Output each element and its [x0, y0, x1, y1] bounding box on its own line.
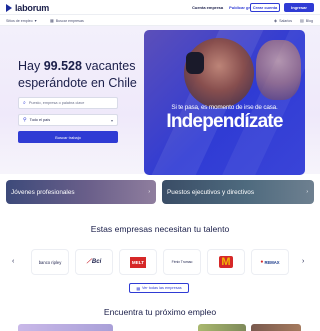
category-card-executives[interactable]: Puestos ejecutivos y directivos ›	[162, 180, 314, 204]
next-job-section-title: Encuentra tu próximo empleo	[103, 307, 217, 317]
search-jobs-button[interactable]: Buscar trabajo	[18, 131, 118, 143]
top-links: Cuenta empresa Publicar gratis	[192, 5, 257, 10]
search-input[interactable]: ⌕ Puesto, empresa o palabra clave	[18, 97, 118, 109]
carousel-prev-icon[interactable]: ‹	[12, 258, 14, 265]
job-card-thumbnail[interactable]	[251, 324, 301, 331]
companies-section-title: Estas empresas necesitan tu talento	[90, 224, 230, 234]
banner-headline: Independízate	[166, 111, 283, 132]
job-card-thumbnail[interactable]	[198, 324, 246, 331]
company-account-link[interactable]: Cuenta empresa	[192, 5, 223, 10]
salary-label: Salarios	[279, 18, 293, 23]
laborum-logo-icon	[6, 4, 13, 12]
blog-label: Blog	[305, 18, 313, 23]
company-logo-fenix[interactable]: Fénix Trumao	[163, 249, 201, 275]
location-pin-icon: ⚲	[23, 117, 27, 123]
company-logo-bci[interactable]: ⟋ Bci	[75, 249, 113, 275]
secondary-navigation: Sitios de empleo ▾ ▦ Buscar empresas ◈ S…	[0, 15, 320, 26]
vacancy-count: 99.528	[43, 59, 82, 73]
arrow-right-icon: ›	[148, 189, 150, 195]
balloon-icon: ●	[260, 259, 264, 265]
top-navigation-bar: laborum Cuenta empresa Publicar gratis C…	[0, 0, 320, 15]
search-icon: ⌕	[23, 100, 26, 106]
banner-photo-person	[256, 40, 301, 100]
job-sites-menu[interactable]: Sitios de empleo ▾	[6, 18, 37, 23]
category-card-young-professionals[interactable]: Jóvenes profesionales ›	[6, 180, 156, 204]
headphones-graphic	[186, 52, 204, 74]
bci-mark-icon: ⟋	[86, 258, 91, 265]
arrow-right-icon: ›	[306, 189, 308, 195]
category-label: Jóvenes profesionales	[11, 188, 75, 196]
login-button[interactable]: Ingresar	[284, 3, 314, 12]
banner-subtitle: Si te pasa, es momento de irse de casa.	[171, 104, 278, 111]
building-icon: ▦	[50, 18, 54, 23]
building-icon: ▦	[136, 286, 140, 291]
salary-icon: ◈	[274, 18, 278, 23]
location-value: Todo el país	[29, 118, 51, 122]
carousel-next-icon[interactable]: ›	[302, 258, 304, 265]
chevron-down-icon: ▾	[110, 118, 113, 123]
all-companies-button[interactable]: ▦ Ver todas las empresas	[129, 283, 189, 293]
search-companies-label: Buscar empresas	[55, 18, 84, 23]
salary-link[interactable]: ◈ Salarios	[274, 18, 292, 23]
job-sites-label: Sitios de empleo	[6, 18, 33, 23]
laborum-logo[interactable]: laborum	[6, 3, 49, 13]
search-companies-link[interactable]: ▦ Buscar empresas	[50, 18, 84, 23]
logo-text: laborum	[15, 3, 50, 13]
company-logo-mcdonalds[interactable]: M	[207, 249, 245, 275]
promo-banner[interactable]: Si te pasa, es momento de irse de casa. …	[144, 30, 305, 175]
company-logo-remax[interactable]: ● REMAX	[251, 249, 289, 275]
create-account-button[interactable]: Crear cuenta	[250, 3, 280, 12]
chevron-down-icon: ▾	[34, 18, 37, 23]
job-card-thumbnail[interactable]	[18, 324, 113, 331]
company-logo-banco-ripley[interactable]: banco ripley	[31, 249, 69, 275]
blog-icon: ▤	[300, 18, 304, 23]
category-label: Puestos ejecutivos y directivos	[167, 188, 255, 196]
search-placeholder: Puesto, empresa o palabra clave	[28, 101, 85, 105]
company-logo-melt[interactable]: MELT	[119, 249, 157, 275]
hero-title: Hay 99.528 vacantes esperándote en Chile	[18, 59, 137, 90]
blog-link[interactable]: ▤ Blog	[300, 18, 313, 23]
location-select[interactable]: ⚲ Todo el país ▾	[18, 114, 118, 126]
